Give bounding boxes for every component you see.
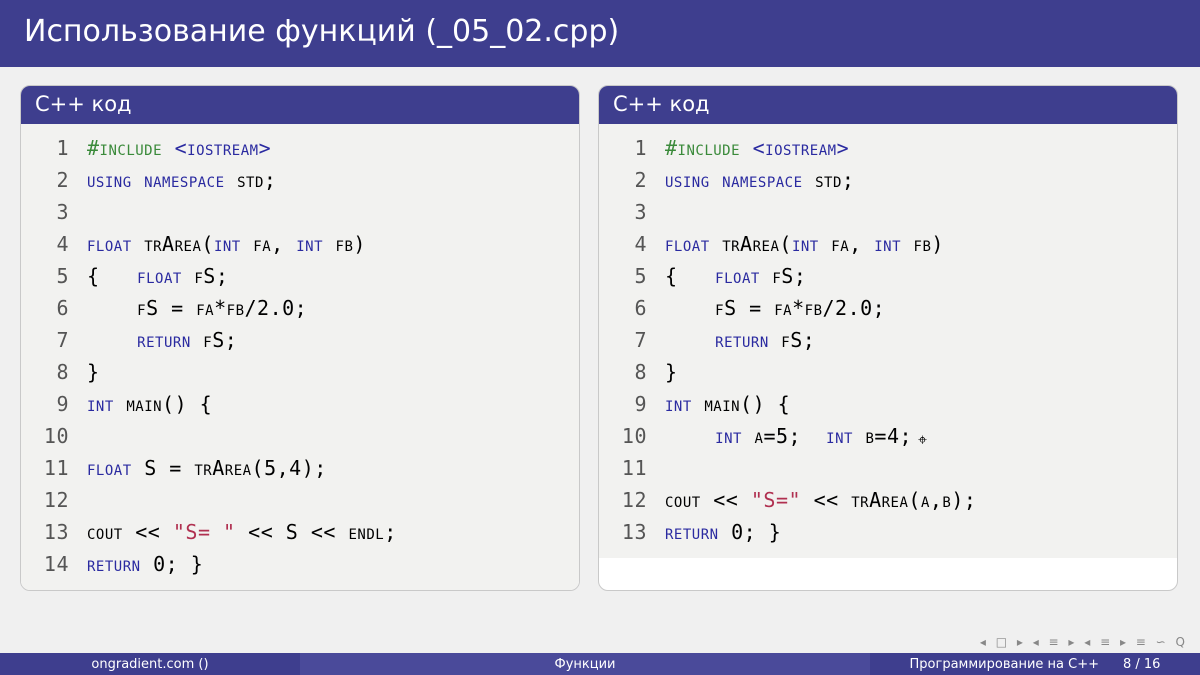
code-line: 12 cout << "S=" << trArea(a,b); [611, 484, 1165, 516]
code-line: 7 return fS; [33, 324, 567, 356]
code-content: return fS; [665, 324, 815, 356]
line-number: 1 [611, 132, 647, 164]
code-line: 14 return 0; } [33, 548, 567, 580]
line-number: 6 [33, 292, 69, 324]
code-block-right: 1 #include <iostream> 2 using namespace std… [599, 124, 1177, 558]
panel-header-left: C++ код [21, 86, 579, 124]
code-line: 13 return 0; } [611, 516, 1165, 548]
code-content: #include <iostream> [665, 132, 849, 164]
line-number: 13 [611, 516, 647, 548]
code-content: } [665, 356, 678, 388]
line-number: 8 [33, 356, 69, 388]
code-content: #include <iostream> [87, 132, 271, 164]
line-number: 7 [611, 324, 647, 356]
code-content: cout << "S= " << S << endl; [87, 516, 397, 548]
code-line: 11 [611, 452, 1165, 484]
code-content: { float fS; [87, 260, 228, 292]
code-content: fS = fa*fb/2.0; [665, 292, 885, 324]
nav-symbols: ◂ □ ▸ ◂ ≡ ▸ ◂ ≡ ▸ ≡ ∽ Q [980, 635, 1188, 649]
code-content: return fS; [87, 324, 237, 356]
slide-content: C++ код 1 #include <iostream> 2 using names… [0, 67, 1200, 591]
code-content: cout << "S=" << trArea(a,b); [665, 484, 976, 516]
code-line: 11 float S = trArea(5,4); [33, 452, 567, 484]
code-line: 6 fS = fa*fb/2.0; [33, 292, 567, 324]
line-number: 5 [33, 260, 69, 292]
code-line: 5 { float fS; [611, 260, 1165, 292]
code-content: int main() { [87, 388, 212, 420]
footer-right: Программирование на C++ 8 / 16 [870, 653, 1200, 675]
line-number: 3 [33, 196, 69, 228]
line-number: 10 [33, 420, 69, 452]
line-number: 14 [33, 548, 69, 580]
code-line: 9 int main() { [33, 388, 567, 420]
code-panel-left: C++ код 1 #include <iostream> 2 using names… [20, 85, 580, 591]
code-content: float trArea(int fa, int fb) [87, 228, 366, 260]
code-line: 8} [611, 356, 1165, 388]
footer-page: 8 / 16 [1123, 657, 1160, 672]
footer-left: ongradient.com () [0, 653, 300, 675]
footer-course: Программирование на C++ [910, 657, 1099, 672]
code-line: 6 fS = fa*fb/2.0; [611, 292, 1165, 324]
line-number: 6 [611, 292, 647, 324]
code-content: return 0; } [665, 516, 781, 548]
slide-title: Использование функций (_05_02.cpp) [0, 0, 1200, 67]
line-number: 3 [611, 196, 647, 228]
line-number: 2 [611, 164, 647, 196]
code-line: 12 [33, 484, 567, 516]
code-content: return 0; } [87, 548, 203, 580]
line-number: 9 [611, 388, 647, 420]
code-content: float S = trArea(5,4); [87, 452, 327, 484]
line-number: 12 [33, 484, 69, 516]
line-number: 1 [33, 132, 69, 164]
code-line: 3 [33, 196, 567, 228]
code-content: float trArea(int fa, int fb) [665, 228, 944, 260]
code-line: 10 [33, 420, 567, 452]
code-line: 8} [33, 356, 567, 388]
code-line: 2 using namespace std; [611, 164, 1165, 196]
code-content: int a=5; int b=4; [665, 420, 912, 452]
code-content: } [87, 356, 100, 388]
line-number: 2 [33, 164, 69, 196]
line-number: 11 [611, 452, 647, 484]
code-line: 9 int main() { [611, 388, 1165, 420]
line-number: 9 [33, 388, 69, 420]
code-content: using namespace std; [665, 164, 854, 196]
line-number: 10 [611, 420, 647, 452]
code-line: 4 float trArea(int fa, int fb) [33, 228, 567, 260]
panel-header-right: C++ код [599, 86, 1177, 124]
code-line: 10 int a=5; int b=4; [611, 420, 1165, 452]
code-line: 2 using namespace std; [33, 164, 567, 196]
code-block-left: 1 #include <iostream> 2 using namespace std… [21, 124, 579, 590]
line-number: 13 [33, 516, 69, 548]
code-line: 13 cout << "S= " << S << endl; [33, 516, 567, 548]
code-content: int main() { [665, 388, 790, 420]
code-line: 7 return fS; [611, 324, 1165, 356]
line-number: 4 [33, 228, 69, 260]
code-content: { float fS; [665, 260, 806, 292]
line-number: 8 [611, 356, 647, 388]
code-line: 4 float trArea(int fa, int fb) [611, 228, 1165, 260]
line-number: 12 [611, 484, 647, 516]
code-line: 1 #include <iostream> [33, 132, 567, 164]
code-line: 3 [611, 196, 1165, 228]
line-number: 7 [33, 324, 69, 356]
code-content: using namespace std; [87, 164, 276, 196]
line-number: 4 [611, 228, 647, 260]
line-number: 5 [611, 260, 647, 292]
code-panel-right: C++ код 1 #include <iostream> 2 using names… [598, 85, 1178, 591]
footer-center: Функции [300, 653, 870, 675]
line-number: 11 [33, 452, 69, 484]
code-line: 1 #include <iostream> [611, 132, 1165, 164]
slide-footer: ongradient.com () Функции Программирован… [0, 653, 1200, 675]
code-content: fS = fa*fb/2.0; [87, 292, 307, 324]
code-line: 5 { float fS; [33, 260, 567, 292]
